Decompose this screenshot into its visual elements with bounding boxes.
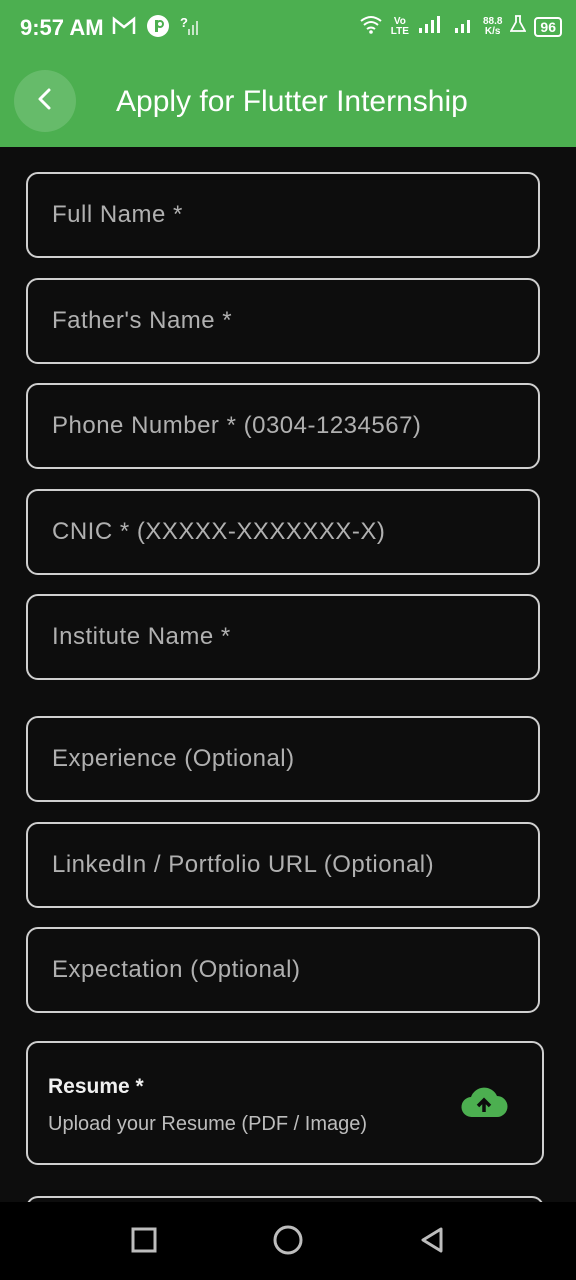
expectation-input[interactable] [28,929,538,1011]
circle-icon [273,1225,303,1260]
institute-field [26,594,540,680]
app-notification-icon [146,14,170,43]
full-name-input[interactable] [28,174,538,256]
upload-button[interactable] [460,1085,508,1121]
phone-input[interactable] [28,385,538,467]
page-title: Apply for Flutter Internship [116,85,468,118]
home-button[interactable] [270,1224,306,1260]
status-time: 9:57 AM [20,15,104,40]
signal-icon-1 [417,14,445,39]
system-nav-bar [0,1202,576,1280]
full-name-field [26,172,540,258]
cnic-field [26,489,540,575]
experience-input[interactable] [28,718,538,800]
father-name-field [26,278,540,364]
app-bar: Apply for Flutter Internship [0,58,576,147]
volte-indicator: Vo LTE [390,15,409,37]
resume-upload-card[interactable]: Resume * Upload your Resume (PDF / Image… [26,1041,544,1165]
status-bar: 9:57 AM ? Vo LTE 88.8 K/s 96 [0,0,576,58]
institute-input[interactable] [28,596,538,678]
resume-subtitle: Upload your Resume (PDF / Image) [48,1113,368,1135]
father-name-input[interactable] [28,280,538,362]
gmail-icon [112,16,136,41]
wifi-icon [359,14,383,39]
network-speed: 88.8 K/s [482,15,503,37]
square-icon [131,1227,157,1258]
linkedin-field [26,822,540,908]
cnic-input[interactable] [28,491,538,573]
speed-value: 88.8 [482,15,503,27]
linkedin-input[interactable] [28,824,538,906]
signal-icon-2 [453,14,475,39]
back-button[interactable] [14,70,76,132]
expectation-field [26,927,540,1013]
triangle-back-icon [419,1226,445,1259]
volte-bottom: LTE [390,25,409,37]
flask-icon [509,15,527,38]
speed-unit: K/s [484,25,501,37]
phone-field [26,383,540,469]
recents-button[interactable] [126,1224,162,1260]
volte-top: Vo [393,15,406,27]
battery-indicator: 96 [534,16,562,37]
experience-field [26,716,540,802]
nav-back-button[interactable] [414,1224,450,1260]
no-signal-icon: ? [180,15,202,42]
chevron-left-icon [35,87,55,116]
resume-title: Resume * [48,1075,144,1098]
svg-text:?: ? [180,15,188,30]
cloud-upload-icon [460,1087,508,1125]
